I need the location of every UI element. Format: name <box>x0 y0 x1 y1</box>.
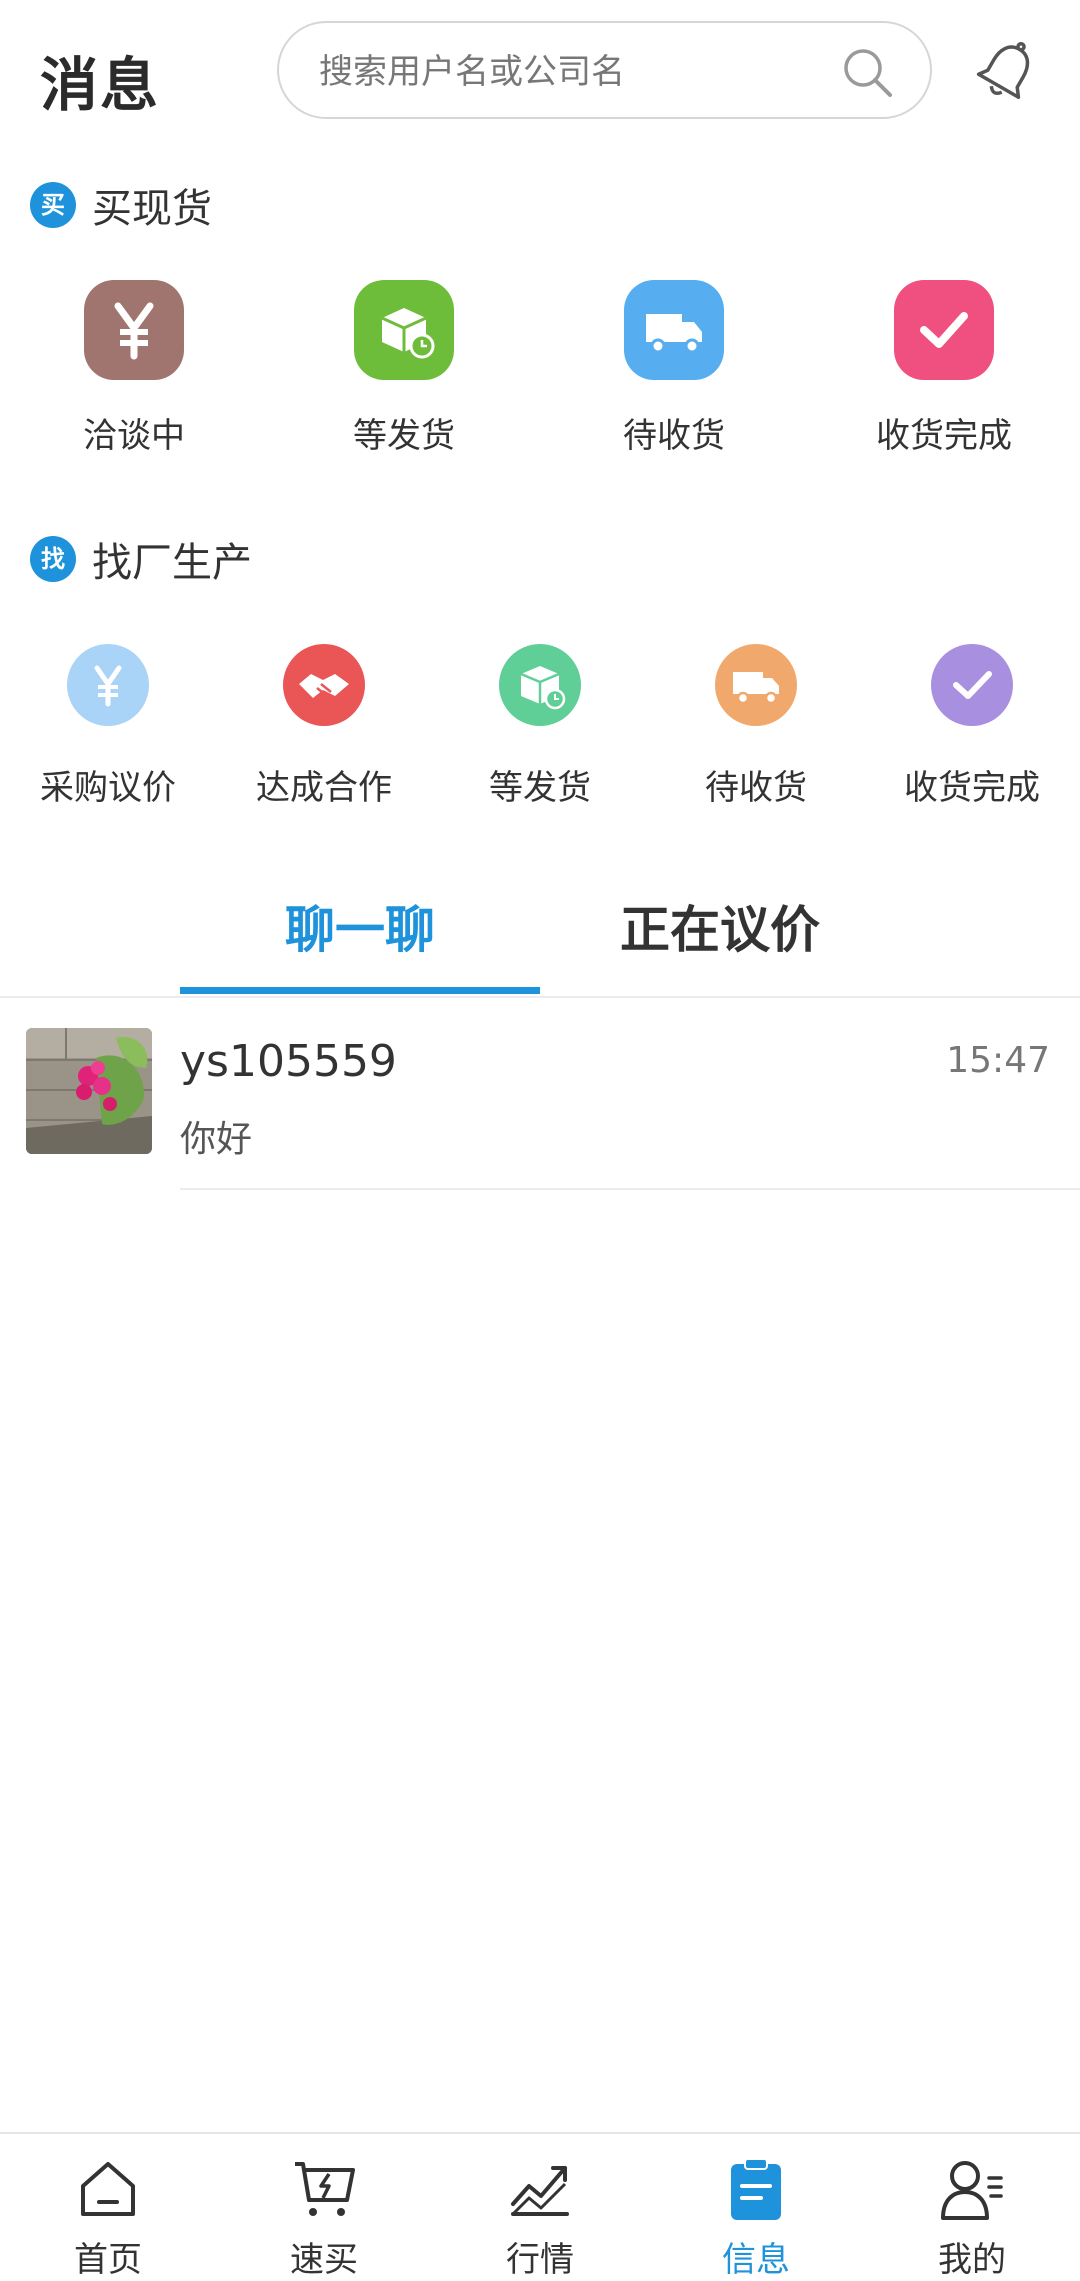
nav-item-profile[interactable]: 我的 <box>864 2134 1080 2280</box>
factory-item-label: 达成合作 <box>256 768 392 808</box>
yen-icon <box>67 644 149 726</box>
search-input[interactable] <box>317 43 821 101</box>
bell-icon[interactable] <box>972 36 1042 106</box>
yen-icon <box>84 280 184 380</box>
search-box[interactable] <box>277 21 932 119</box>
nav-item-messages[interactable]: 信息 <box>648 2134 864 2280</box>
search-icon[interactable] <box>840 45 896 101</box>
package-clock-icon <box>354 280 454 380</box>
header: 消息 <box>0 0 1080 150</box>
conversation-time: 15:47 <box>946 1040 1050 1081</box>
factory-item-label: 收货完成 <box>904 768 1040 808</box>
bottom-nav: 首页 速买 行情 信息 我的 <box>0 2132 1080 2280</box>
nav-label: 行情 <box>506 2240 574 2280</box>
message-clipboard-icon <box>731 2158 781 2220</box>
nav-item-market[interactable]: 行情 <box>432 2134 648 2280</box>
conversation-name: ys105559 <box>180 1036 397 1087</box>
factory-status-grid: 采购议价 达成合作 等发货 待收货 收货完成 <box>0 644 1080 814</box>
factory-item-label: 采购议价 <box>40 768 176 808</box>
truck-icon <box>715 644 797 726</box>
conversation-last-message: 你好 <box>180 1119 253 1160</box>
conversation-list-item[interactable]: ys105559 15:47 你好 <box>0 1010 1080 1190</box>
nav-label: 首页 <box>74 2240 142 2280</box>
nav-item-home[interactable]: 首页 <box>0 2134 216 2280</box>
factory-item-negotiating-price[interactable]: 采购议价 <box>16 644 200 814</box>
avatar <box>26 1028 152 1154</box>
buy-item-negotiating[interactable]: 洽谈中 <box>34 280 234 460</box>
nav-label: 我的 <box>938 2240 1006 2280</box>
truck-icon <box>624 280 724 380</box>
tab-active-indicator <box>180 987 540 994</box>
nav-item-quick-buy[interactable]: 速买 <box>216 2134 432 2280</box>
buy-status-grid: 洽谈中 等发货 待收货 收货完成 <box>0 280 1080 460</box>
buy-section-title: 买现货 <box>92 186 212 232</box>
buy-item-received[interactable]: 收货完成 <box>844 280 1044 460</box>
buy-item-label: 等发货 <box>353 416 455 456</box>
factory-item-cooperation[interactable]: 达成合作 <box>232 644 416 814</box>
buy-item-label: 待收货 <box>623 416 725 456</box>
buy-item-awaiting-shipment[interactable]: 等发货 <box>304 280 504 460</box>
trend-chart-icon <box>511 2166 569 2216</box>
divider <box>180 1188 1080 1190</box>
buy-item-label: 洽谈中 <box>83 416 185 456</box>
tab-chat[interactable]: 聊一聊 <box>180 890 540 962</box>
quick-buy-cart-icon <box>295 2162 355 2216</box>
factory-section-title: 找厂生产 <box>92 540 252 586</box>
package-clock-icon <box>499 644 581 726</box>
nav-label: 速买 <box>290 2240 358 2280</box>
factory-badge-icon: 找 <box>30 536 76 582</box>
message-tabs: 聊一聊 正在议价 <box>0 850 1080 998</box>
handshake-icon <box>283 644 365 726</box>
factory-item-awaiting-receipt[interactable]: 待收货 <box>664 644 848 814</box>
buy-badge-icon: 买 <box>30 182 76 228</box>
tab-negotiating[interactable]: 正在议价 <box>540 890 900 962</box>
page-title: 消息 <box>40 51 161 119</box>
home-icon <box>81 2162 135 2216</box>
profile-icon <box>941 2161 1003 2220</box>
buy-item-label: 收货完成 <box>876 416 1012 456</box>
check-icon <box>894 280 994 380</box>
check-icon <box>931 644 1013 726</box>
buy-item-awaiting-receipt[interactable]: 待收货 <box>574 280 774 460</box>
factory-item-label: 待收货 <box>705 768 807 808</box>
nav-label: 信息 <box>722 2240 790 2280</box>
factory-item-awaiting-shipment[interactable]: 等发货 <box>448 644 632 814</box>
factory-item-received[interactable]: 收货完成 <box>880 644 1064 814</box>
factory-item-label: 等发货 <box>489 768 591 808</box>
